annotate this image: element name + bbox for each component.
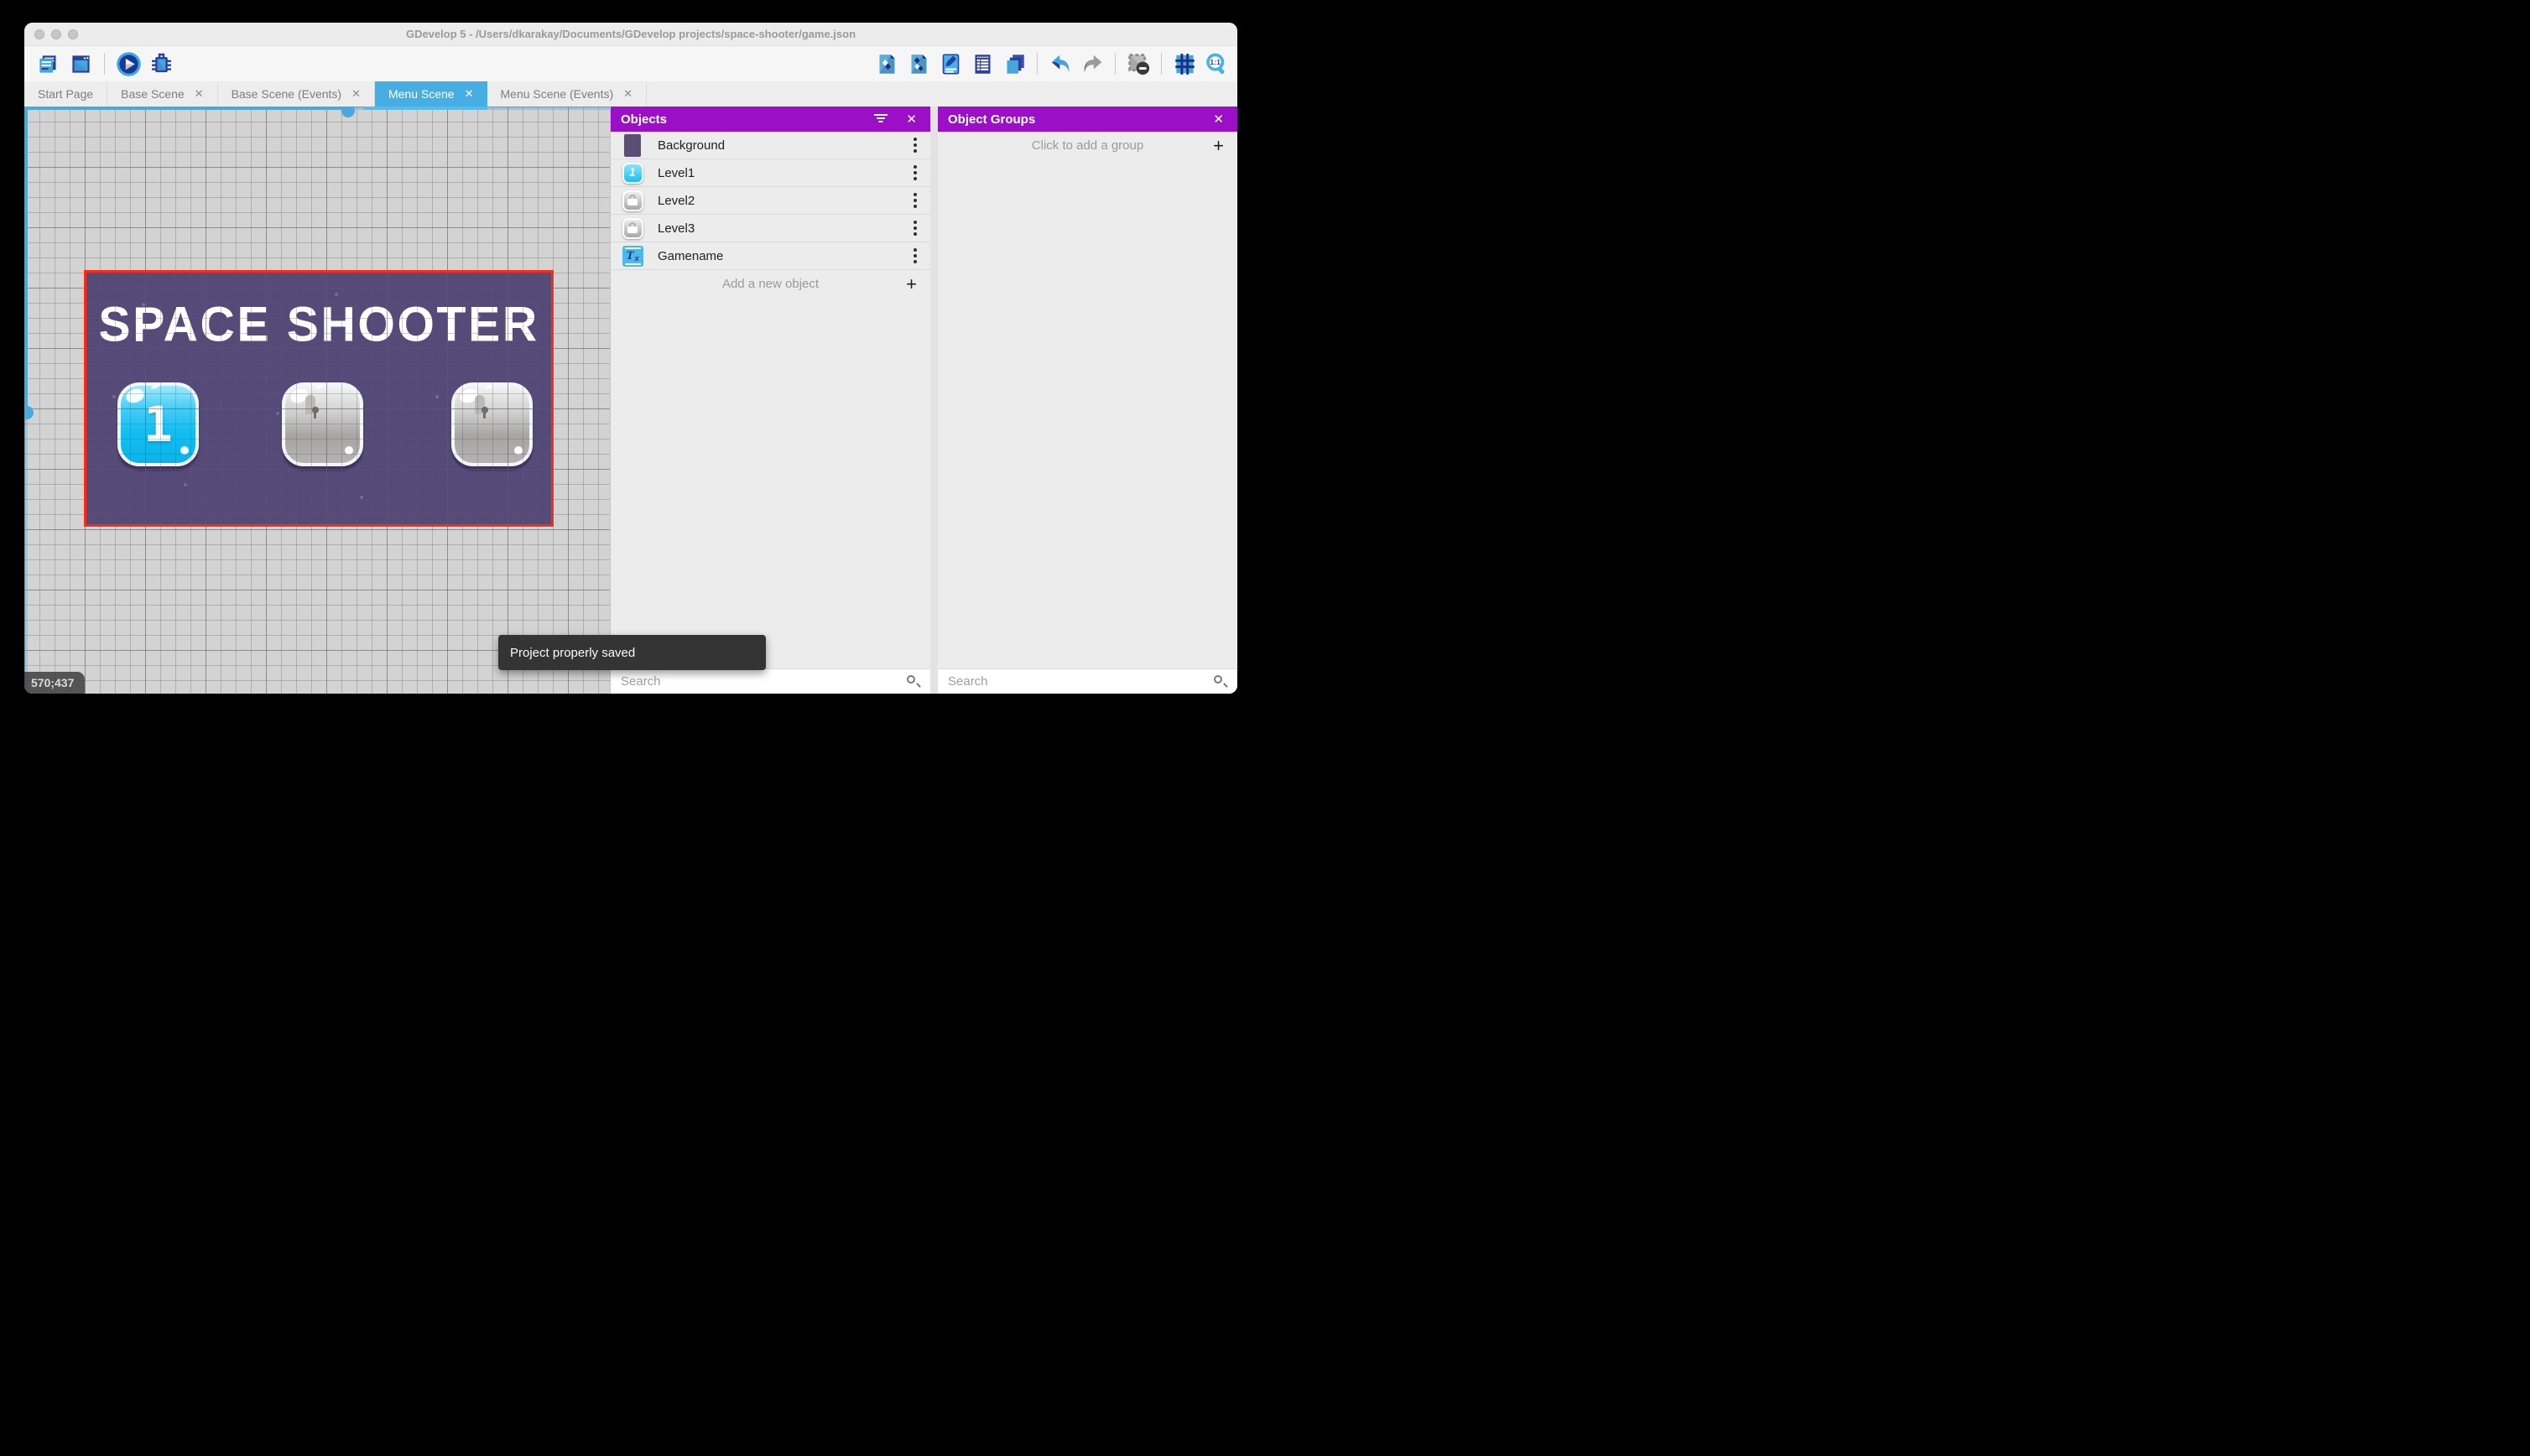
desktop-background: GDevelop 5 - /Users/dkarakay/Documents/G… bbox=[0, 0, 1265, 728]
tab-menu-scene[interactable]: Menu Scene ✕ bbox=[374, 81, 487, 107]
objects-search-input[interactable] bbox=[611, 673, 907, 689]
cursor-coordinates-badge: 570;437 bbox=[24, 672, 85, 694]
properties-icon[interactable] bbox=[938, 51, 963, 76]
project-manager-icon[interactable] bbox=[35, 51, 60, 76]
tab-base-scene[interactable]: Base Scene ✕ bbox=[107, 81, 218, 107]
start-page-icon[interactable] bbox=[68, 51, 93, 76]
close-tab-icon[interactable]: ✕ bbox=[465, 87, 474, 101]
vertical-scrollbar[interactable] bbox=[24, 107, 34, 694]
main-area: SPACE SHOOTER 1 570;437 Objects ✕ Backgr… bbox=[24, 107, 1237, 694]
objects-panel-title: Objects bbox=[621, 112, 668, 127]
groups-search-bar bbox=[938, 668, 1237, 694]
horizontal-scroll-knob[interactable] bbox=[341, 107, 355, 117]
scene-selection-outline bbox=[84, 270, 554, 527]
locked-button-thumb bbox=[621, 216, 644, 241]
toolbar-divider bbox=[104, 53, 105, 75]
tab-bar: Start Page Base Scene ✕ Base Scene (Event… bbox=[24, 81, 1237, 107]
object-menu-icon[interactable] bbox=[914, 248, 917, 263]
objects-editor-icon[interactable] bbox=[874, 51, 899, 76]
panel-divider[interactable] bbox=[930, 107, 938, 694]
objects-panel: Objects ✕ Background 1 Level1 Level2 Lev… bbox=[610, 107, 930, 694]
undo-icon[interactable] bbox=[1048, 51, 1073, 76]
vertical-scroll-knob[interactable] bbox=[24, 406, 34, 419]
background-sprite-thumb bbox=[621, 133, 644, 158]
object-groups-icon[interactable] bbox=[906, 51, 931, 76]
tab-menu-scene-events[interactable]: Menu Scene (Events) ✕ bbox=[487, 81, 648, 107]
objects-panel-header: Objects ✕ bbox=[611, 107, 930, 132]
object-groups-panel: Object Groups ✕ Click to add a group + bbox=[938, 107, 1237, 694]
close-tab-icon[interactable]: ✕ bbox=[195, 87, 204, 101]
object-menu-icon[interactable] bbox=[914, 165, 917, 180]
object-menu-icon[interactable] bbox=[914, 221, 917, 236]
toolbar-divider bbox=[1115, 53, 1116, 75]
toolbar-divider bbox=[1037, 53, 1038, 75]
toggle-mask-icon[interactable] bbox=[1126, 51, 1151, 76]
layers-icon[interactable] bbox=[1002, 51, 1027, 76]
toast-message: Project properly saved bbox=[510, 645, 636, 660]
object-groups-panel-title: Object Groups bbox=[948, 112, 1036, 127]
plus-icon: + bbox=[906, 273, 917, 294]
window-title: GDevelop 5 - /Users/dkarakay/Documents/G… bbox=[405, 28, 856, 40]
add-group-button[interactable]: Click to add a group + bbox=[938, 132, 1237, 159]
toolbar-left bbox=[24, 51, 174, 76]
close-tab-icon[interactable]: ✕ bbox=[623, 87, 632, 101]
groups-search-input[interactable] bbox=[938, 673, 1214, 689]
scene-editor-canvas[interactable]: SPACE SHOOTER 1 570;437 bbox=[24, 107, 610, 694]
text-object-thumb: Tx bbox=[621, 243, 644, 268]
object-row-level2[interactable]: Level2 bbox=[611, 187, 930, 215]
gdevelop-window: GDevelop 5 - /Users/dkarakay/Documents/G… bbox=[24, 23, 1237, 694]
close-panel-icon[interactable]: ✕ bbox=[1213, 113, 1224, 126]
debug-icon[interactable] bbox=[148, 51, 174, 76]
grid-icon[interactable] bbox=[1172, 51, 1197, 76]
instances-list-icon[interactable] bbox=[970, 51, 995, 76]
close-panel-icon[interactable]: ✕ bbox=[906, 113, 917, 126]
zoom-original-icon[interactable]: 1:1 bbox=[1204, 51, 1229, 76]
plus-icon: + bbox=[1213, 134, 1224, 156]
horizontal-scrollbar[interactable] bbox=[24, 107, 610, 117]
add-object-button[interactable]: Add a new object + bbox=[611, 270, 930, 298]
tab-base-scene-events[interactable]: Base Scene (Events) ✕ bbox=[218, 81, 375, 107]
object-row-level3[interactable]: Level3 bbox=[611, 215, 930, 242]
object-menu-icon[interactable] bbox=[914, 138, 917, 153]
title-bar: GDevelop 5 - /Users/dkarakay/Documents/G… bbox=[24, 23, 1237, 46]
redo-icon[interactable] bbox=[1080, 51, 1105, 76]
close-tab-icon[interactable]: ✕ bbox=[351, 87, 361, 101]
save-toast: Project properly saved bbox=[498, 635, 766, 670]
level1-button-thumb: 1 bbox=[621, 160, 644, 185]
object-row-background[interactable]: Background bbox=[611, 132, 930, 159]
toolbar: 1:1 bbox=[24, 46, 1237, 81]
toolbar-right: 1:1 bbox=[874, 51, 1237, 76]
object-row-gamename[interactable]: Tx Gamename bbox=[611, 242, 930, 270]
filter-icon[interactable] bbox=[874, 114, 888, 124]
object-menu-icon[interactable] bbox=[914, 193, 917, 208]
toolbar-divider bbox=[1161, 53, 1162, 75]
search-icon[interactable] bbox=[1214, 674, 1228, 689]
locked-button-thumb bbox=[621, 188, 644, 213]
object-groups-panel-header: Object Groups ✕ bbox=[938, 107, 1237, 132]
svg-text:1:1: 1:1 bbox=[1210, 58, 1221, 66]
objects-search-bar bbox=[611, 668, 930, 694]
play-icon[interactable] bbox=[116, 51, 141, 76]
object-row-level1[interactable]: 1 Level1 bbox=[611, 159, 930, 187]
search-icon[interactable] bbox=[907, 674, 921, 689]
tab-start-page[interactable]: Start Page bbox=[24, 81, 108, 107]
